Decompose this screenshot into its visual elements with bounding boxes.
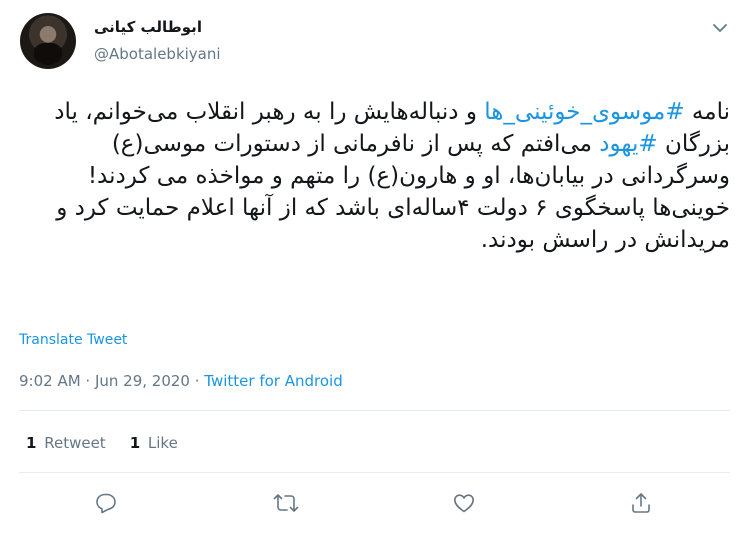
reply-button[interactable] — [93, 490, 119, 516]
user-handle[interactable]: @Abotalebkiyani — [94, 45, 221, 63]
retweets-count: 1 — [26, 434, 37, 452]
divider — [19, 410, 730, 411]
likes-count: 1 — [129, 434, 141, 452]
tweet-text: نامه #موسوی_خوئینی_ها و دنباله‌هایش را ب… — [18, 96, 730, 256]
likes-label: Like — [147, 434, 178, 452]
retweet-icon — [273, 491, 299, 515]
avatar[interactable] — [20, 13, 76, 69]
tweet-text-segment: نامه — [684, 99, 730, 125]
share-icon — [629, 491, 653, 515]
display-name[interactable]: ابوطالب کیانی — [94, 18, 202, 36]
tweet-source-link[interactable]: Twitter for Android — [204, 372, 342, 390]
retweets-stat[interactable]: 1 Retweet — [26, 434, 106, 452]
likes-stat[interactable]: 1 Like — [130, 434, 178, 452]
tweet-date[interactable]: Jun 29, 2020 — [95, 372, 190, 390]
tweet-time[interactable]: 9:02 AM — [19, 372, 81, 390]
retweets-label: Retweet — [44, 434, 106, 452]
retweet-button[interactable] — [273, 490, 299, 516]
reply-icon — [94, 491, 118, 515]
tweet-paragraph-1: نامه #موسوی_خوئینی_ها و دنباله‌هایش را ب… — [18, 96, 730, 192]
share-button[interactable] — [628, 490, 654, 516]
tweet-paragraph-2: خوینی‌ها پاسخگوی ۶ دولت ۴ساله‌ای باشد که… — [56, 195, 730, 253]
tweet-actions — [0, 490, 748, 520]
like-button[interactable] — [451, 490, 477, 516]
meta-separator: · — [189, 372, 205, 390]
heart-icon — [452, 491, 476, 515]
tweet-stats: 1 Retweet 1 Like — [26, 434, 178, 452]
hashtag-link[interactable]: #یهود — [599, 131, 657, 157]
translate-tweet-link[interactable]: Translate Tweet — [19, 332, 127, 348]
divider — [19, 472, 730, 473]
hashtag-link[interactable]: #موسوی_خوئینی_ها — [484, 99, 684, 125]
tweet-meta: 9:02 AM · Jun 29, 2020 · Twitter for And… — [19, 372, 343, 390]
chevron-down-icon[interactable] — [710, 18, 730, 38]
meta-separator: · — [80, 372, 95, 390]
